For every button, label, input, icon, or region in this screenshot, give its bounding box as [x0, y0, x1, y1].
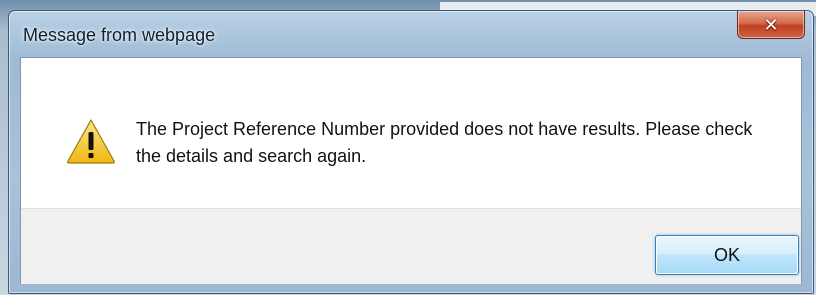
ok-button[interactable]: OK [655, 235, 799, 275]
message-text: The Project Reference Number provided do… [136, 119, 753, 166]
dialog-title: Message from webpage [23, 25, 216, 45]
warning-icon [67, 119, 115, 164]
title-bar[interactable]: Message from webpage ✕ [9, 11, 813, 55]
close-button[interactable]: ✕ [737, 11, 805, 39]
message-dialog: Message from webpage ✕ The Project Refer… [8, 10, 814, 294]
close-icon: ✕ [763, 14, 779, 35]
content-area: The Project Reference Number provided do… [21, 58, 801, 208]
dialog-body: The Project Reference Number provided do… [20, 57, 802, 284]
button-area: OK [21, 208, 801, 284]
